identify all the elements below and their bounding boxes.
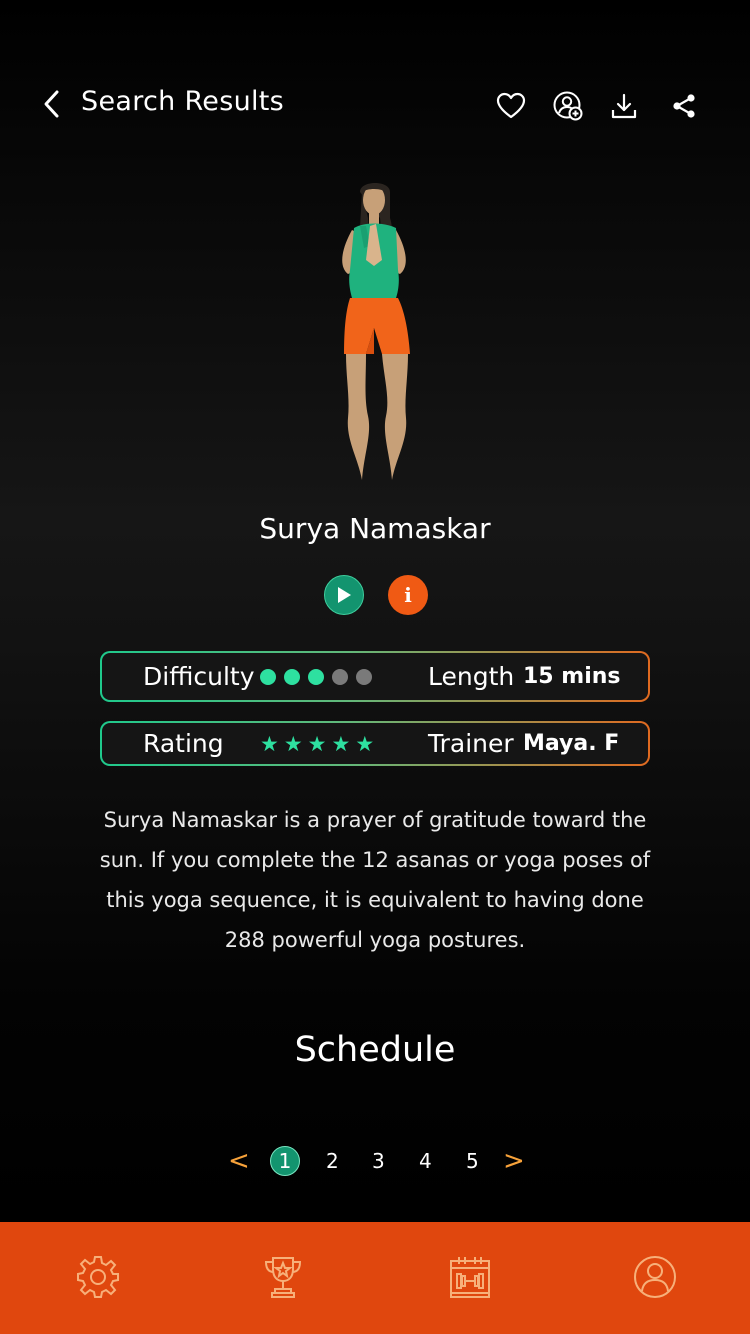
- difficulty-dots: [260, 668, 372, 685]
- tab-achievements[interactable]: [252, 1246, 314, 1308]
- star-icon: ★: [307, 731, 327, 756]
- difficulty-length-card: Difficulty Length 15 mins: [100, 651, 650, 702]
- star-icon: ★: [331, 731, 351, 756]
- page-2-button[interactable]: 2: [326, 1144, 339, 1178]
- play-button[interactable]: [324, 575, 364, 615]
- yoga-pose-illustration: [320, 178, 430, 488]
- difficulty-dot-filled: [308, 668, 324, 685]
- tab-profile[interactable]: [624, 1246, 686, 1308]
- rating-trainer-card: Rating ★ ★ ★ ★ ★ Trainer Maya. F: [100, 721, 650, 766]
- heart-icon: [496, 92, 526, 119]
- back-button[interactable]: [40, 84, 80, 124]
- add-user-button[interactable]: [550, 88, 586, 124]
- difficulty-dot-empty: [356, 668, 372, 685]
- next-page-button[interactable]: >: [503, 1146, 525, 1176]
- page-5-button[interactable]: 5: [466, 1144, 479, 1178]
- schedule-title: Schedule: [294, 1030, 456, 1070]
- rating-stars: ★ ★ ★ ★ ★: [260, 732, 374, 756]
- star-icon: ★: [283, 731, 303, 756]
- gear-icon: [77, 1256, 119, 1298]
- difficulty-dot-filled: [284, 668, 300, 685]
- difficulty-dot-filled: [260, 668, 276, 685]
- prev-page-button[interactable]: <: [228, 1146, 250, 1176]
- trainer-label: Trainer: [428, 729, 514, 758]
- workout-description: Surya Namaskar is a prayer of gratitude …: [99, 808, 651, 952]
- page-4-button[interactable]: 4: [419, 1144, 432, 1178]
- page-1-button[interactable]: 1: [270, 1146, 300, 1176]
- star-icon: ★: [355, 731, 375, 756]
- difficulty-dot-empty: [332, 668, 348, 685]
- favorite-button[interactable]: [493, 88, 529, 124]
- download-button[interactable]: [606, 88, 642, 124]
- page-3-button[interactable]: 3: [372, 1144, 385, 1178]
- bottom-tab-bar: [0, 1222, 750, 1334]
- calendar-dumbbell-icon: [450, 1257, 490, 1298]
- rating-label: Rating: [143, 729, 224, 758]
- back-label[interactable]: Search Results: [81, 86, 284, 117]
- tab-schedule[interactable]: [439, 1246, 501, 1308]
- star-icon: ★: [260, 731, 279, 756]
- info-button[interactable]: i: [388, 575, 428, 615]
- info-icon: i: [404, 583, 412, 607]
- pagination: 1: [270, 1144, 300, 1178]
- difficulty-label: Difficulty: [143, 662, 255, 691]
- share-icon: [673, 94, 695, 118]
- share-button[interactable]: [666, 88, 702, 124]
- play-icon: [338, 587, 351, 603]
- workout-title: Surya Namaskar: [259, 512, 491, 545]
- chevron-left-icon: [44, 90, 59, 118]
- download-icon: [611, 93, 637, 119]
- add-user-icon: [553, 91, 583, 121]
- length-value: 15 mins: [523, 664, 621, 689]
- trophy-icon: [264, 1257, 302, 1298]
- trainer-value: Maya. F: [523, 731, 620, 756]
- user-icon: [634, 1256, 676, 1298]
- length-label: Length: [428, 662, 515, 691]
- tab-settings[interactable]: [67, 1246, 129, 1308]
